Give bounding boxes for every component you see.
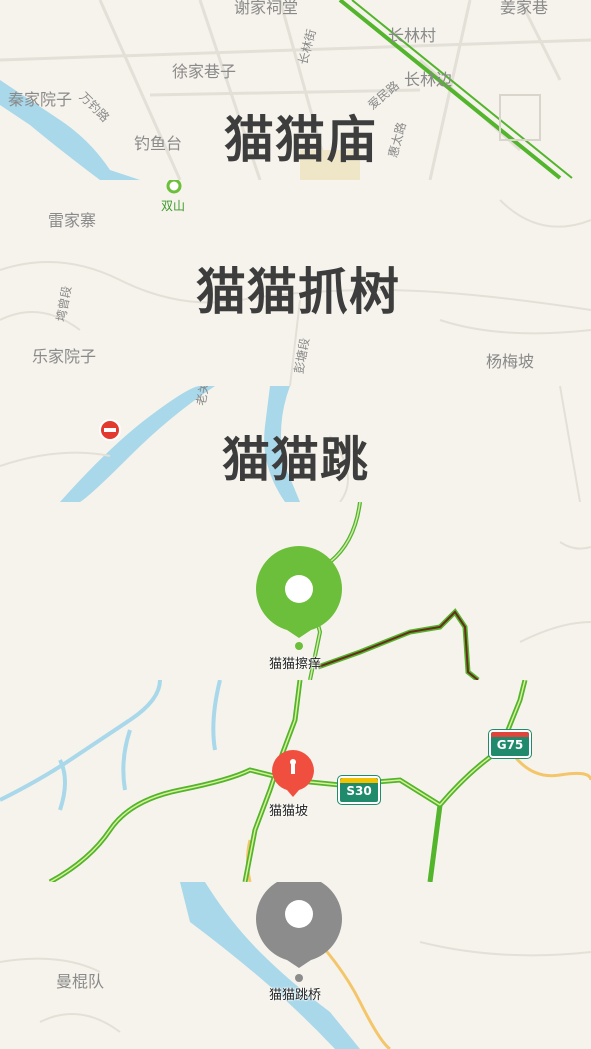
map-tile-6[interactable]: 曼棍队 猫猫跳桥 bbox=[0, 882, 591, 1049]
map-label: 曼棍队 bbox=[56, 972, 105, 991]
map-tile-3[interactable]: 老关 猫猫跳 bbox=[0, 386, 591, 502]
map-label: 钓鱼台 bbox=[134, 134, 183, 153]
map-label: 雷家寨 bbox=[48, 211, 97, 230]
map-label: 长林村 bbox=[388, 26, 437, 45]
location-pin-icon[interactable] bbox=[256, 546, 342, 640]
shield-label: S30 bbox=[346, 784, 372, 798]
map-label: 双山 bbox=[161, 199, 186, 213]
shield-label: G75 bbox=[496, 738, 524, 752]
map-label: 秦家院子 bbox=[8, 90, 73, 109]
map-label: 徐家巷子 bbox=[172, 62, 237, 81]
location-pin-icon bbox=[166, 180, 182, 194]
location-pin-icon[interactable] bbox=[256, 882, 342, 970]
map-tile-1[interactable]: 谢家祠堂 长林村 姜家巷 徐家巷子 长林街 长林边 秦家院子 万钓路 爱民路 钓… bbox=[0, 0, 591, 180]
map-label: 谢家祠堂 bbox=[234, 0, 299, 17]
no-entry-icon bbox=[99, 419, 121, 441]
map-label: 乐家院子 bbox=[32, 347, 97, 366]
place-title: 猫猫跳 bbox=[222, 432, 370, 488]
highway-shield-icon: S30 bbox=[338, 776, 380, 804]
place-title: 猫猫庙 bbox=[224, 111, 377, 169]
pin-label: 猫猫跳桥 bbox=[269, 988, 322, 1003]
pin-label: 猫猫坡 bbox=[269, 804, 309, 819]
map-label: 姜家巷 bbox=[500, 0, 549, 17]
highway-shield-icon: G75 bbox=[489, 730, 531, 758]
map-label: 杨梅坡 bbox=[486, 352, 535, 371]
map-tile-5[interactable]: 猫猫坡 S30 G75 bbox=[0, 680, 591, 882]
pin-anchor-dot bbox=[295, 642, 303, 650]
location-pin-icon[interactable] bbox=[272, 750, 314, 798]
map-tile-2[interactable]: 双山 雷家寨 塆曾段 乐家院子 彭塘段 杨梅坡 猫猫抓树 bbox=[0, 180, 591, 386]
pin-label: 猫猫擦痒 bbox=[269, 657, 322, 672]
map-label: 长林边 bbox=[404, 70, 453, 89]
place-title: 猫猫抓树 bbox=[196, 263, 400, 321]
map-tile-4[interactable]: 猫猫擦痒 bbox=[0, 502, 591, 680]
pin-anchor-dot bbox=[295, 974, 303, 982]
